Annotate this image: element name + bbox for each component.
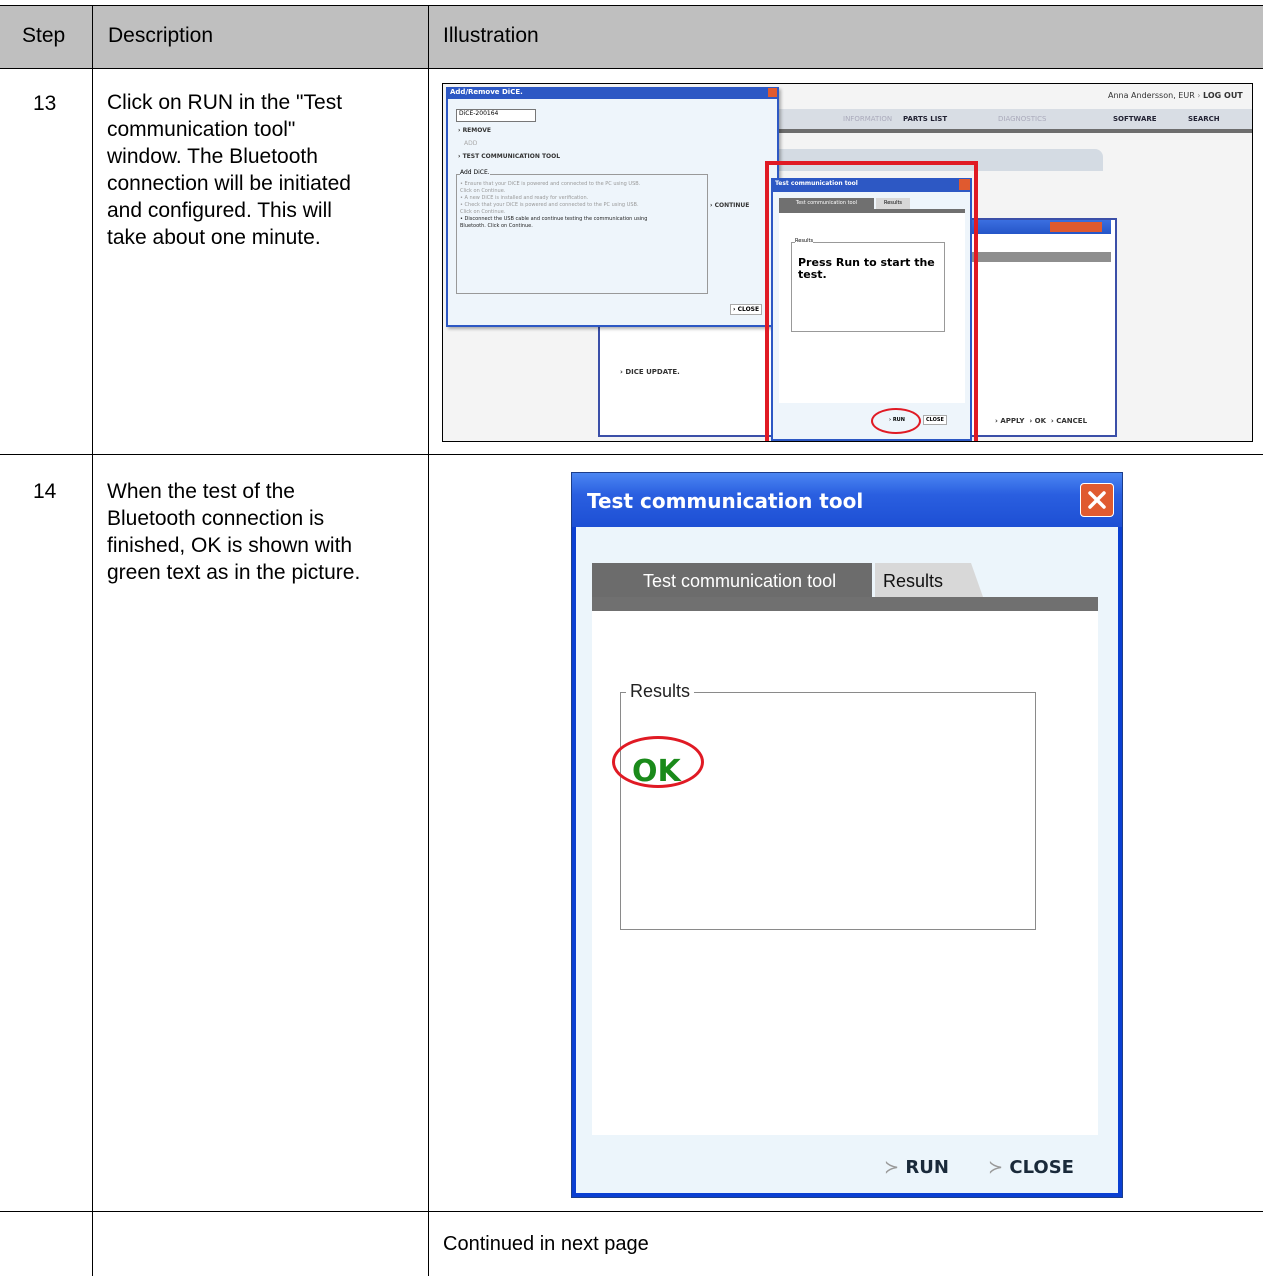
close-button[interactable]: › CLOSE — [730, 304, 763, 315]
user-name: Anna Andersson, EUR — [1108, 91, 1195, 100]
close-icon[interactable] — [1080, 483, 1114, 517]
column-divider — [92, 5, 93, 1276]
nav-bar: INFORMATION PARTS LIST DIAGNOSTICS SOFTW… — [773, 109, 1252, 129]
instruction-table: Step Description Illustration 13 Click o… — [0, 0, 1263, 1276]
remove-link[interactable]: › REMOVE — [458, 127, 491, 134]
close-icon[interactable] — [768, 88, 777, 97]
tab-corner — [963, 563, 983, 597]
run-highlight — [871, 408, 921, 434]
row-divider — [0, 454, 1263, 455]
dice-update-link[interactable]: › DICE UPDATE. — [620, 368, 680, 376]
tab-test-communication-tool[interactable]: Test communication tool — [592, 563, 872, 597]
logout-link[interactable]: LOG OUT — [1203, 91, 1243, 100]
tab-test-tool[interactable]: Test communication tool — [779, 198, 874, 209]
close-button[interactable]: ≻ CLOSE — [988, 1157, 1074, 1178]
tab-underline — [592, 597, 1098, 611]
close-x-glyph — [1088, 491, 1106, 509]
close-button[interactable]: CLOSE — [923, 415, 947, 425]
header-step: Step — [22, 24, 66, 47]
step-description: When the test of the Bluetooth connectio… — [107, 480, 361, 584]
add-remove-dice-window: Add/Remove DiCE. DiCE-200164 › REMOVE AD… — [446, 87, 779, 327]
highlight-box: Test communication tool Test communicati… — [765, 161, 978, 441]
results-group-label: Results — [626, 681, 695, 702]
window-title: Add/Remove DiCE. — [450, 88, 523, 96]
nav-item[interactable]: SEARCH — [1188, 115, 1220, 123]
continue-button[interactable]: › CONTINUE — [710, 202, 749, 209]
window-title: Test communication tool — [775, 180, 858, 187]
dice-select[interactable]: DiCE-200164 — [456, 109, 536, 122]
instructions-list: • Ensure that your DiCE is powered and c… — [460, 181, 648, 229]
result-message: Press Run to start the test. — [798, 256, 935, 281]
nav-item[interactable]: INFORMATION — [843, 115, 892, 123]
tab-results[interactable]: Results — [876, 198, 910, 209]
results-pane: Results OK — [592, 611, 1098, 1135]
results-groupbox: Results — [620, 681, 1036, 930]
add-link[interactable]: ADD — [464, 140, 477, 147]
dialog-title: Test communication tool — [587, 489, 864, 513]
column-divider — [428, 5, 429, 1276]
continued-note: Continued in next page — [443, 1233, 649, 1255]
result-ok: OK — [632, 754, 681, 789]
close-icon[interactable] — [959, 179, 970, 190]
dialog-body: Test communication tool Results Results … — [576, 527, 1118, 1193]
step-number: 13 — [33, 92, 57, 115]
test-tool-link[interactable]: › TEST COMMUNICATION TOOL — [458, 153, 560, 160]
step-description: Click on RUN in the "Test communication … — [107, 91, 351, 249]
tab-bar: Test communication tool Results — [592, 563, 1098, 597]
header-illustration: Illustration — [443, 24, 539, 47]
header-description: Description — [108, 24, 214, 47]
tab-results[interactable]: Results — [875, 563, 963, 597]
row-divider — [0, 1211, 1263, 1212]
step13-screenshot: Anna Andersson, EUR › LOG OUT INFORMATIO… — [442, 83, 1253, 442]
test-tool-window: Test communication tool Test communicati… — [771, 178, 972, 441]
run-button[interactable]: ≻ RUN — [884, 1157, 949, 1178]
bottom-buttons[interactable]: › APPLY › OK › CANCEL — [995, 417, 1087, 425]
nav-item[interactable]: DIAGNOSTICS — [998, 115, 1046, 123]
step-number: 14 — [33, 480, 57, 503]
nav-item[interactable]: PARTS LIST — [903, 115, 947, 123]
test-communication-dialog: Test communication tool Test communicati… — [571, 472, 1123, 1198]
nav-item[interactable]: SOFTWARE — [1113, 115, 1157, 123]
